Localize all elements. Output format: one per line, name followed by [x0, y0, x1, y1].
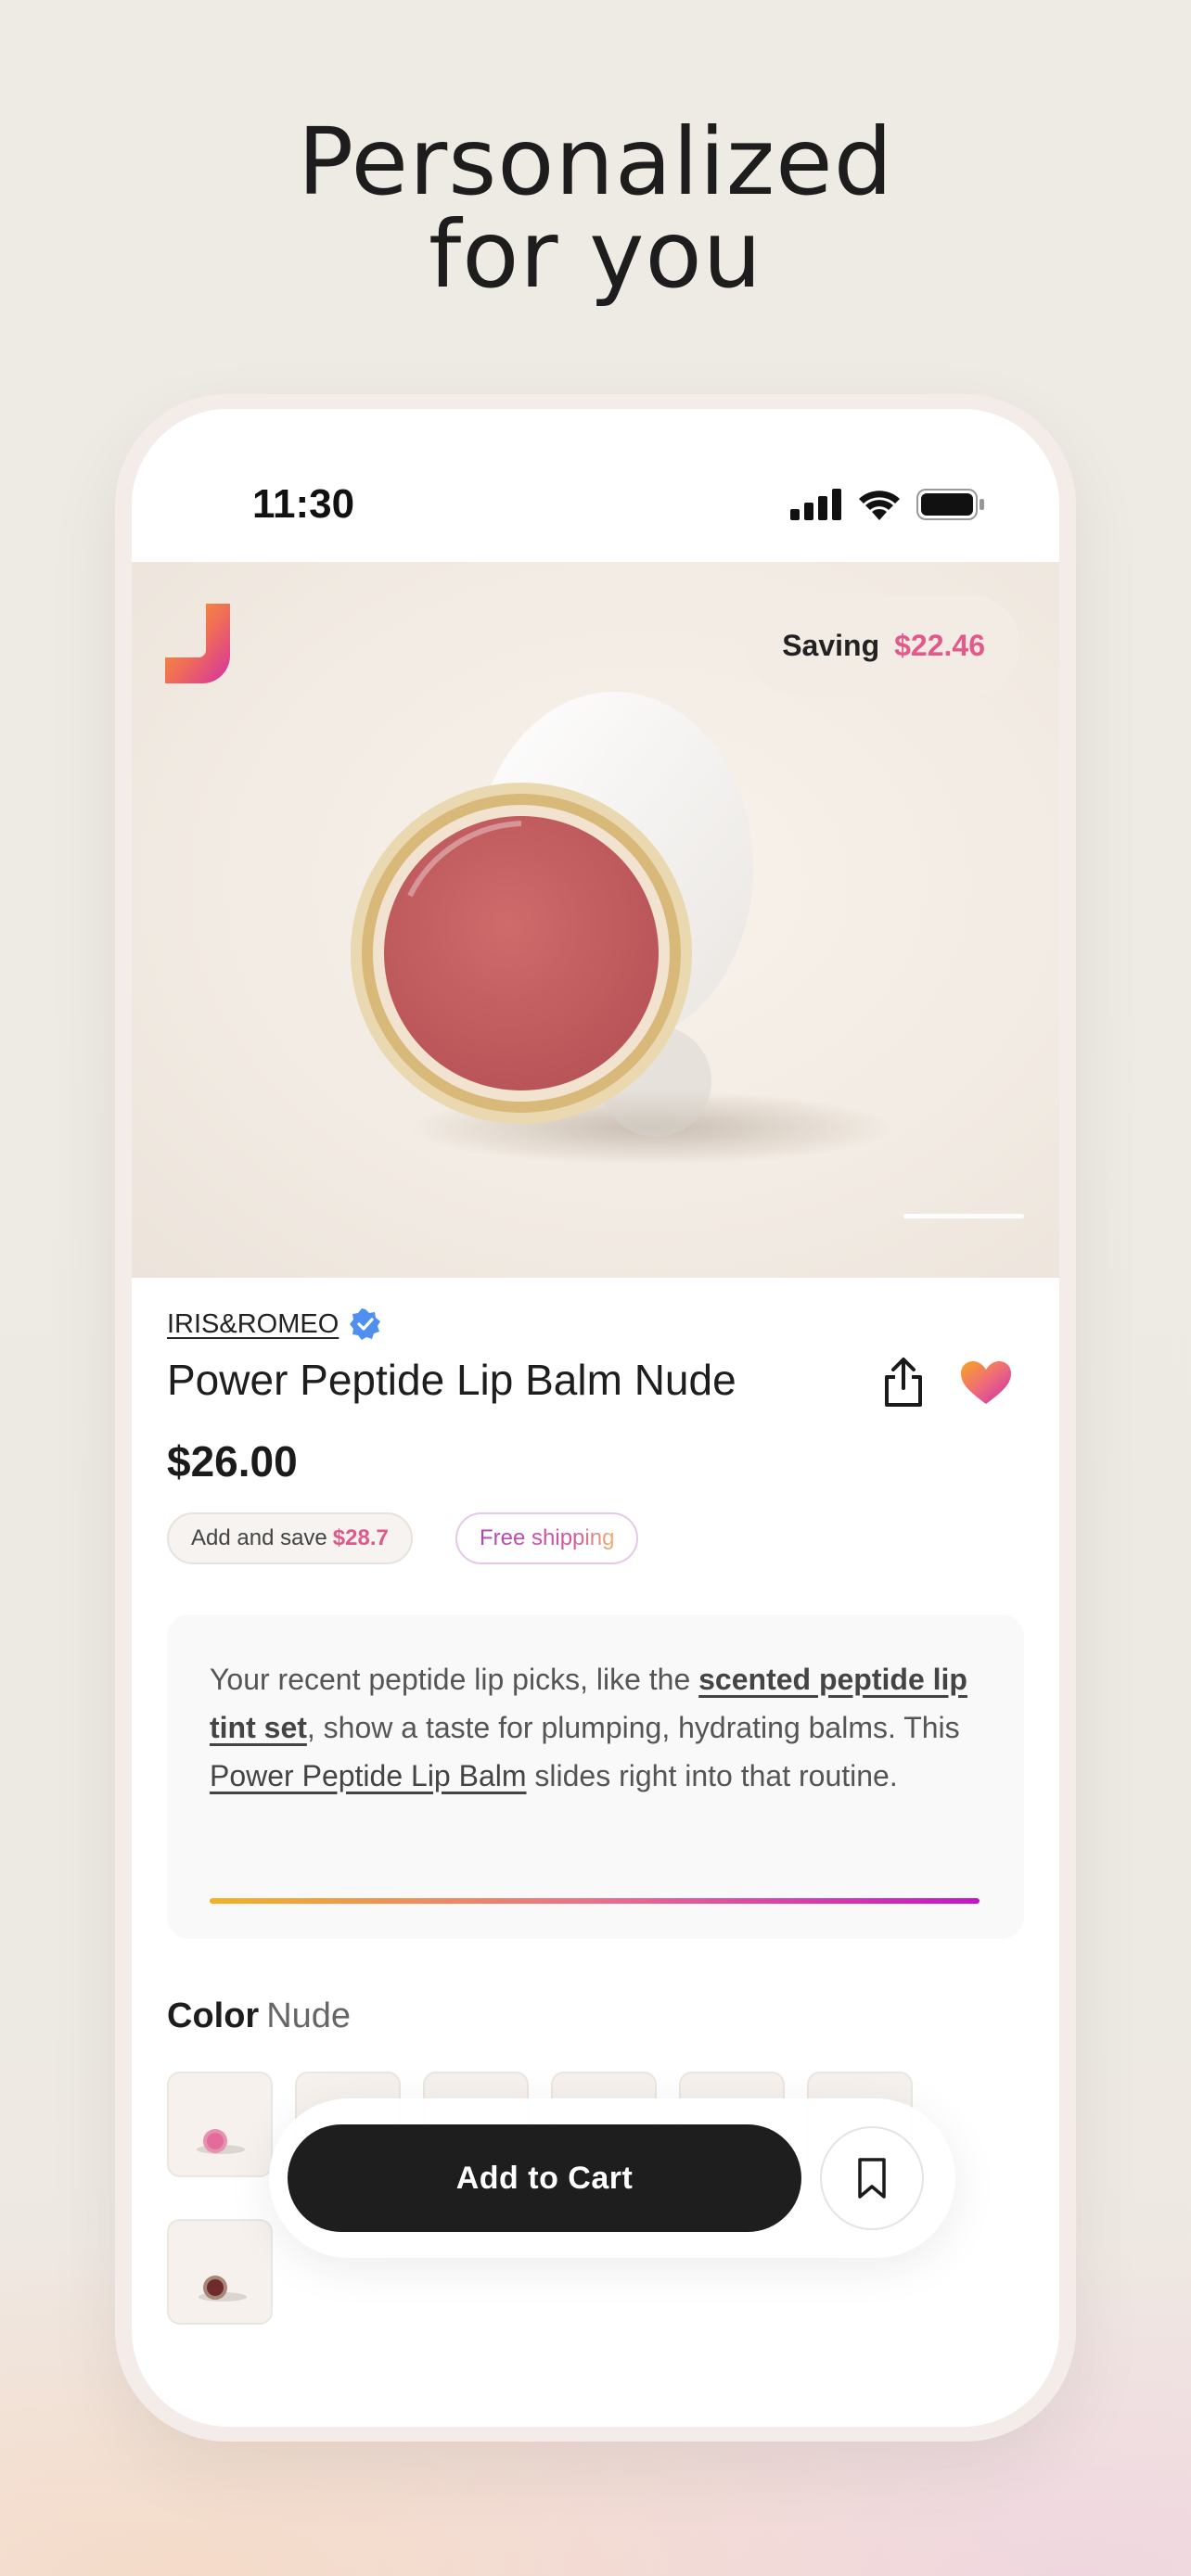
bottom-action-bar: Add to Cart — [269, 2098, 955, 2258]
recommendation-text: Your recent peptide lip picks, like the … — [210, 1655, 998, 1800]
headline: Personalized for you — [0, 116, 1191, 301]
swatch-berry-image — [198, 2276, 247, 2302]
color-selector-label: Color Nude — [167, 1996, 351, 2036]
wifi-icon — [859, 491, 900, 520]
headline-line-2: for you — [428, 200, 763, 309]
status-icons — [790, 489, 985, 520]
recommendation-card: Your recent peptide lip picks, like the … — [167, 1614, 1024, 1939]
recommendation-gradient-bar — [210, 1898, 980, 1904]
color-swatch-nude[interactable] — [167, 2072, 273, 2177]
product-hero-image[interactable]: Saving $22.46 — [132, 562, 1059, 1278]
phone-screen: 11:30 Saving $22.46 IRIS&ROMEO Power Pep… — [132, 409, 1059, 2427]
phone-frame: 11:30 Saving $22.46 IRIS&ROMEO Power Pep… — [115, 394, 1076, 2442]
brand-link[interactable]: IRIS&ROMEO — [167, 1309, 339, 1340]
recommendation-text-2: , show a taste for plumping, hydrating b… — [306, 1711, 960, 1744]
color-swatch-7[interactable] — [167, 2219, 273, 2325]
bookmark-icon — [858, 2158, 886, 2199]
add-and-save-chip[interactable]: Add and save $28.7 — [167, 1512, 413, 1564]
status-time: 11:30 — [252, 481, 355, 527]
recommendation-text-3: slides right into that routine. — [526, 1759, 898, 1792]
color-selected-value: Nude — [266, 1996, 352, 2035]
brand-row[interactable]: IRIS&ROMEO — [167, 1308, 381, 1340]
signal-icon — [790, 489, 841, 520]
status-bar: 11:30 — [132, 409, 1059, 562]
carousel-indicator — [903, 1214, 1024, 1218]
headline-line-1: Personalized — [297, 108, 894, 216]
product-photo — [351, 692, 892, 1165]
recommendation-text-1: Your recent peptide lip picks, like the — [210, 1663, 699, 1696]
battery-icon — [916, 489, 984, 520]
add-and-save-label: Add and save — [191, 1525, 327, 1550]
recommendation-link-lip-balm[interactable]: Power Peptide Lip Balm — [210, 1759, 527, 1792]
free-shipping-chip[interactable]: Free shipping — [455, 1512, 639, 1564]
product-price: $26.00 — [167, 1437, 298, 1486]
color-label: Color — [167, 1996, 260, 2035]
verified-icon — [350, 1308, 381, 1340]
bookmark-button[interactable] — [820, 2126, 924, 2230]
product-title: Power Peptide Lip Balm Nude — [167, 1356, 736, 1404]
add-and-save-amount: $28.7 — [332, 1525, 389, 1550]
share-icon[interactable] — [881, 1357, 926, 1409]
heart-icon[interactable] — [959, 1359, 1013, 1406]
add-to-cart-button[interactable]: Add to Cart — [288, 2124, 801, 2232]
free-shipping-label: Free shipping — [480, 1525, 615, 1550]
swatch-pink-image — [197, 2129, 245, 2154]
